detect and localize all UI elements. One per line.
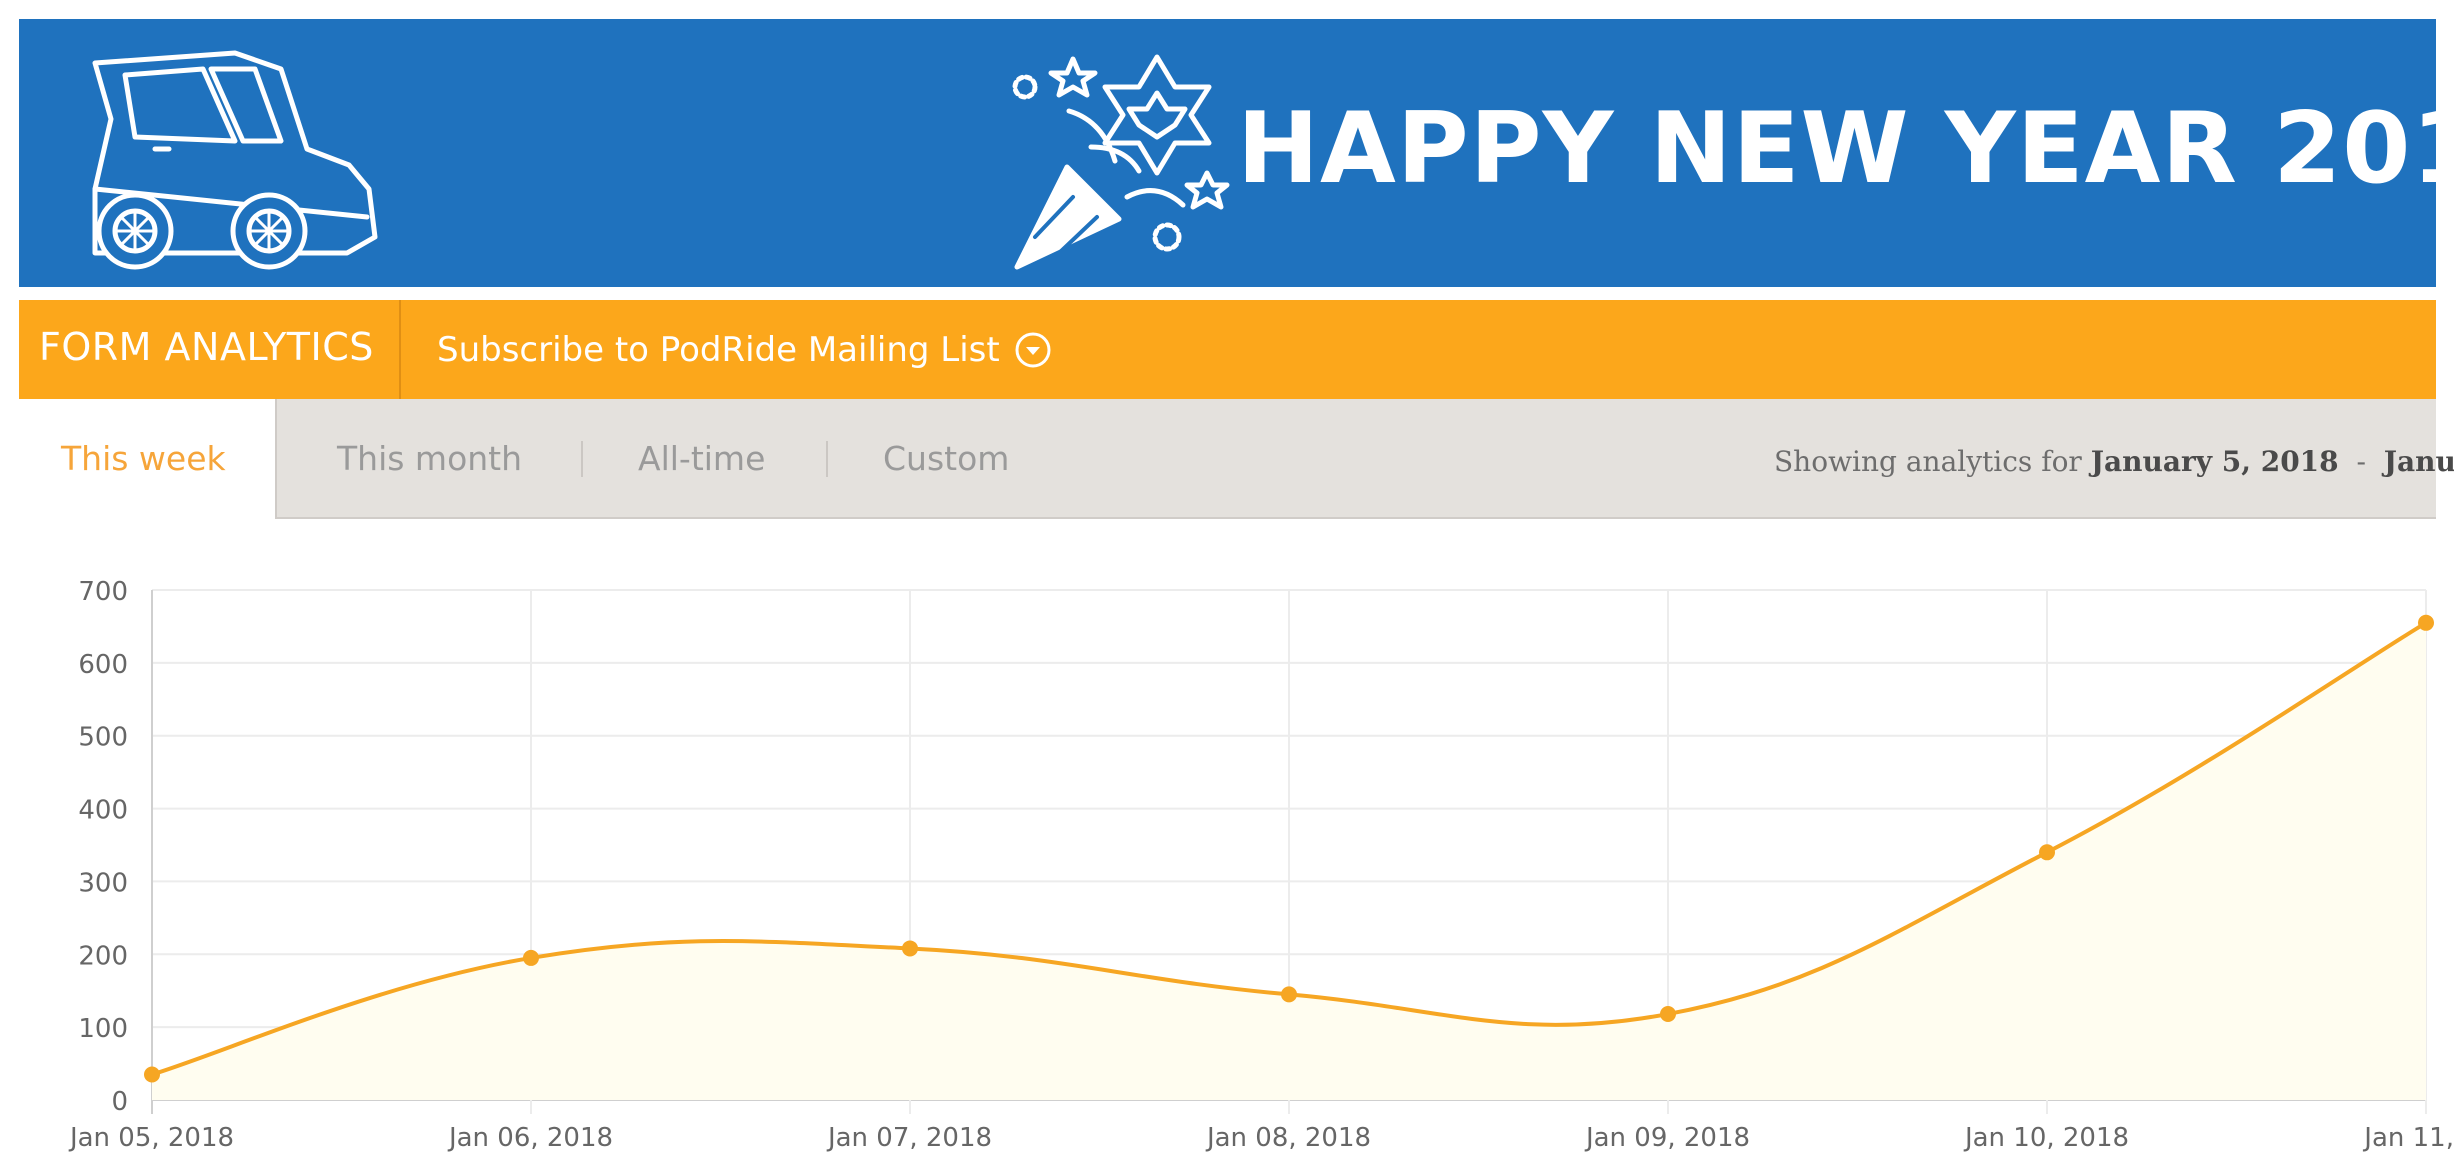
y-tick-label: 400 bbox=[78, 796, 128, 826]
party-popper-icon bbox=[1012, 54, 1230, 270]
form-analytics-label: FORM ANALYTICS bbox=[39, 325, 374, 369]
data-point bbox=[902, 940, 918, 957]
tab-separator bbox=[826, 441, 828, 477]
y-tick-label: 200 bbox=[78, 941, 128, 971]
x-tick-label: Jan 10, 2018 bbox=[1963, 1123, 2129, 1153]
form-analytics-bar: FORM ANALYTICS Subscribe to PodRide Mail… bbox=[19, 300, 2436, 399]
submissions-chart: 0 100 200 300 400 500 600 700 Jan 05, 2018 Jan 06… bbox=[68, 577, 2454, 1153]
range-end: January 11 bbox=[2383, 445, 2454, 478]
car-icon bbox=[92, 50, 378, 270]
data-point bbox=[523, 949, 539, 966]
data-point bbox=[1660, 1006, 1676, 1023]
y-tick-label: 600 bbox=[78, 650, 128, 680]
tabs-bottom-border bbox=[277, 517, 2436, 519]
date-range-text: Showing analytics for January 5, 2018 - … bbox=[1774, 399, 2454, 525]
data-point bbox=[2039, 844, 2055, 861]
banner-title: HAPPY NEW YEAR 2018 bbox=[1237, 92, 2454, 206]
tab-all-time[interactable]: All-time bbox=[638, 399, 765, 519]
y-tick-label: 300 bbox=[78, 868, 128, 898]
tab-this-week[interactable]: This week bbox=[19, 399, 277, 519]
y-tick-label: 0 bbox=[111, 1087, 128, 1117]
data-point bbox=[1281, 986, 1297, 1003]
tab-this-month[interactable]: This month bbox=[337, 399, 522, 519]
y-tick-label: 700 bbox=[78, 577, 128, 607]
y-tick-label: 500 bbox=[78, 723, 128, 753]
form-select-dropdown[interactable]: Subscribe to PodRide Mailing List bbox=[437, 300, 1052, 399]
y-tick-label: 100 bbox=[78, 1014, 128, 1044]
x-tick-label: Jan 09, 2018 bbox=[1584, 1123, 1750, 1153]
tab-custom[interactable]: Custom bbox=[883, 399, 1009, 519]
x-tick-label: Jan 11, bbox=[2362, 1123, 2454, 1153]
chevron-down-circle-icon[interactable] bbox=[1014, 331, 1052, 369]
selected-form-label: Subscribe to PodRide Mailing List bbox=[437, 329, 1000, 370]
divider bbox=[399, 300, 401, 399]
range-start: January 5, 2018 bbox=[2090, 445, 2339, 478]
range-separator: - bbox=[2356, 445, 2366, 478]
x-tick-label: Jan 08, 2018 bbox=[1205, 1123, 1371, 1153]
x-tick-label: Jan 06, 2018 bbox=[447, 1123, 613, 1153]
data-point bbox=[144, 1066, 160, 1083]
x-tick-label: Jan 07, 2018 bbox=[826, 1123, 992, 1153]
tab-separator bbox=[581, 441, 583, 477]
data-point bbox=[2418, 614, 2434, 631]
period-tabs: This week This month All-time Custom Sho… bbox=[19, 399, 2454, 519]
range-prefix: Showing analytics for bbox=[1774, 445, 2082, 478]
x-tick-label: Jan 05, 2018 bbox=[68, 1123, 234, 1153]
header-banner: HAPPY NEW YEAR 2018 bbox=[19, 19, 2454, 287]
